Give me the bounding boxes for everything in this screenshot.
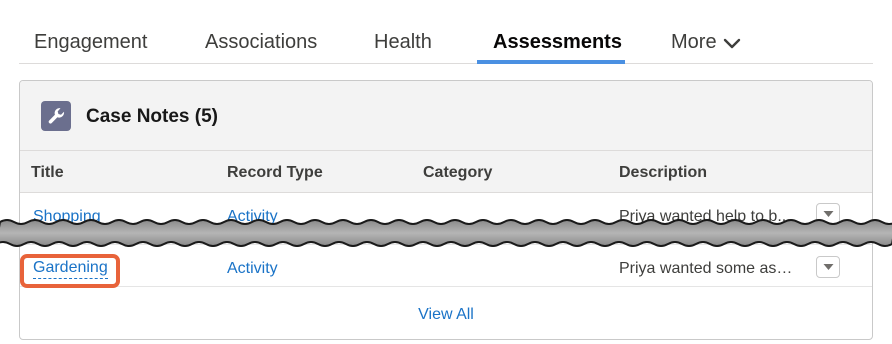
case-notes-card: Case Notes (5) Title Record Type Categor… xyxy=(19,80,873,340)
view-all-link[interactable]: View All xyxy=(20,305,872,325)
column-header-title[interactable]: Title xyxy=(31,163,64,183)
table-header: Title Record Type Category Description xyxy=(20,151,872,193)
row-description: Priya wanted some ass... xyxy=(619,260,795,277)
card-header: Case Notes (5) xyxy=(20,81,872,151)
chevron-down-icon xyxy=(723,38,740,48)
tab-health[interactable]: Health xyxy=(374,30,432,54)
tab-associations[interactable]: Associations xyxy=(205,30,317,54)
card-title[interactable]: Case Notes (5) xyxy=(86,105,218,129)
torn-edge-divider xyxy=(0,219,892,247)
tab-more[interactable]: More xyxy=(671,30,741,54)
highlight-box xyxy=(20,254,120,288)
column-header-description[interactable]: Description xyxy=(619,163,707,183)
page: Engagement Associations Health Assessmen… xyxy=(0,0,892,344)
tab-engagement[interactable]: Engagement xyxy=(34,30,147,54)
tab-assessments[interactable]: Assessments xyxy=(493,30,622,54)
wrench-icon xyxy=(41,101,71,131)
tab-bar: Engagement Associations Health Assessmen… xyxy=(19,0,873,64)
row-record-type[interactable]: Activity xyxy=(227,259,278,279)
column-header-category[interactable]: Category xyxy=(423,163,492,183)
tab-more-label: More xyxy=(671,31,717,53)
column-header-record-type[interactable]: Record Type xyxy=(227,163,323,183)
caret-down-icon xyxy=(823,264,834,270)
active-tab-indicator xyxy=(477,60,625,64)
row-actions-button[interactable] xyxy=(816,256,840,278)
